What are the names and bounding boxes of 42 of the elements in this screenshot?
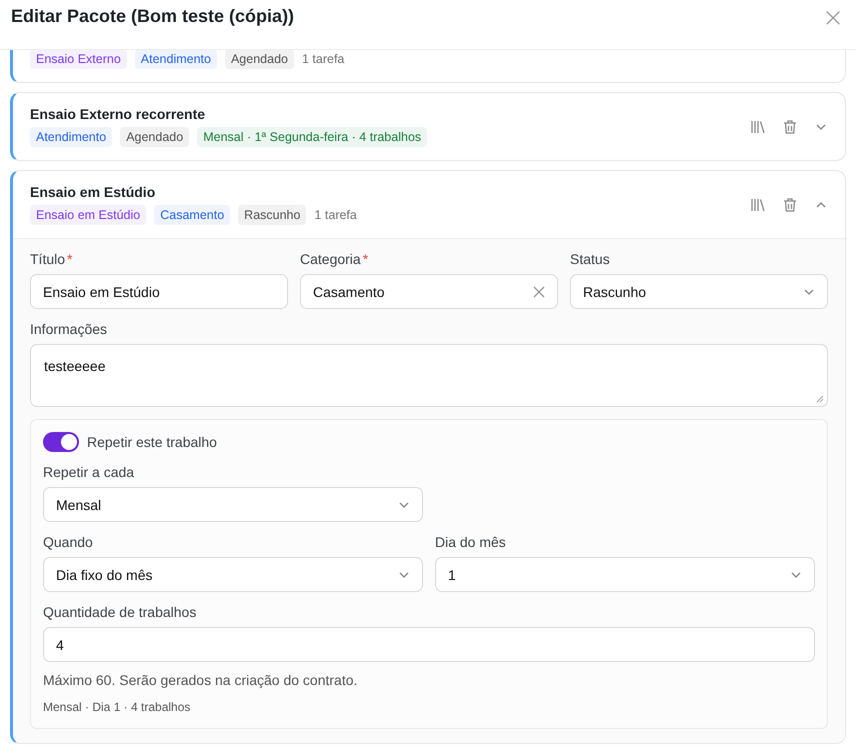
dialog-title: Editar Pacote (Bom teste (cópia)) (11, 6, 294, 27)
tag: Atendimento (30, 127, 112, 147)
field-label: Repetir a cada (43, 464, 136, 480)
trash-icon[interactable] (782, 196, 798, 212)
required-mark: * (67, 251, 72, 267)
item-title: Ensaio Externo recorrente (30, 106, 206, 122)
field-label: Status (570, 251, 610, 267)
library-icon[interactable] (750, 118, 766, 134)
select-field[interactable]: Rascunho (570, 274, 828, 309)
tag: Agendado (224, 50, 294, 69)
resize-grip-icon[interactable] (816, 395, 824, 403)
task-count: 1 tarefa (302, 52, 344, 66)
tag: Ensaio em Estúdio (30, 205, 146, 225)
tag: Ensaio Externo (30, 50, 127, 69)
text-area[interactable]: testeeeee (30, 344, 828, 407)
item-title: Ensaio em Estúdio (30, 184, 156, 200)
field-label: Título (30, 251, 66, 267)
tag: Agendado (120, 127, 190, 147)
tag: Casamento (154, 205, 230, 225)
select-field[interactable]: 1 (435, 557, 815, 592)
field-label: Quando (43, 534, 94, 550)
trash-icon[interactable] (782, 118, 798, 134)
field-label: Quantidade de trabalhos (43, 604, 198, 620)
input-field[interactable]: 4 (43, 627, 815, 662)
toggle-label: Repetir este trabalho (87, 434, 217, 450)
select-field[interactable]: Casamento (300, 274, 558, 309)
library-icon[interactable] (750, 196, 766, 212)
input-field[interactable]: Ensaio em Estúdio (30, 274, 288, 309)
select-field[interactable]: Mensal (43, 487, 423, 522)
task-count: 1 tarefa (314, 208, 357, 222)
tag: Rascunho (238, 205, 306, 225)
clear-icon[interactable] (533, 286, 545, 298)
field-label: Categoria (300, 251, 361, 267)
tag: Atendimento (134, 50, 217, 69)
hint-text: Máximo 60. Serão gerados na criação do contrato. (43, 672, 358, 688)
field-label: Dia do mês (435, 534, 507, 550)
summary-text: Mensal · Dia 1 · 4 trabalhos (43, 700, 192, 714)
tag: Mensal · 1ª Segunda-feira · 4 trabalhos (197, 127, 428, 147)
field-label: Informações (30, 321, 108, 337)
required-mark: * (362, 251, 368, 267)
select-field[interactable]: Dia fixo do mês (43, 557, 423, 592)
toggle-switch[interactable] (43, 432, 79, 452)
